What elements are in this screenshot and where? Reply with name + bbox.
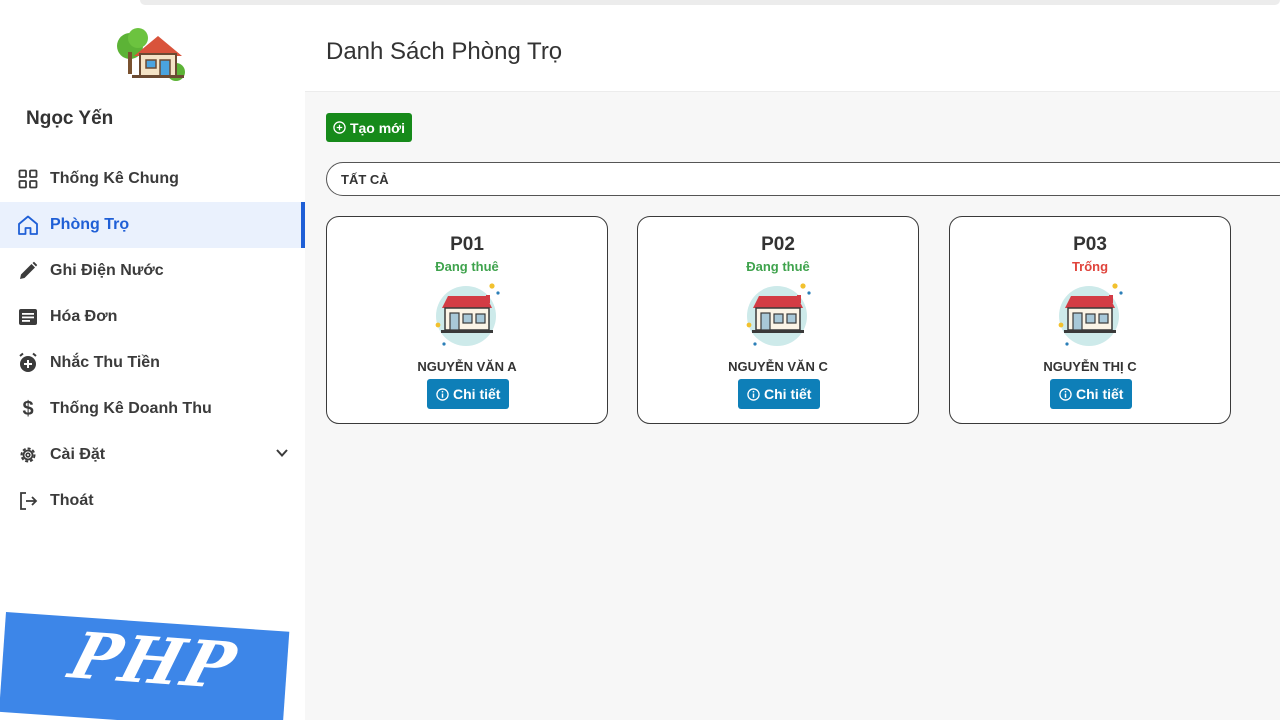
tenant-name: NGUYỄN VĂN A	[417, 359, 517, 374]
room-name: P01	[450, 234, 484, 255]
tenant-name: NGUYỄN THỊ C	[1043, 359, 1137, 374]
receipt-icon	[17, 306, 39, 328]
gear-icon	[17, 444, 39, 466]
alarm-icon	[17, 352, 39, 374]
house-icon	[746, 283, 811, 346]
sidebar-item-label: Cài Đặt	[50, 446, 106, 463]
sidebar-item-settings[interactable]: Cài Đặt	[0, 432, 305, 478]
room-status: Trống	[1071, 259, 1109, 274]
room-card: P03 Trống NGUYỄN THỊ C Chi tiết	[949, 216, 1231, 424]
detail-button-label: Chi tiết	[1076, 386, 1124, 402]
sidebar: Ngọc Yến Thống Kê Chung Phòng Trọ Ghi Đi…	[0, 8, 305, 720]
room-detail-button[interactable]: Chi tiết	[1050, 379, 1133, 409]
browser-strip	[0, 0, 1280, 8]
house-icon	[1058, 283, 1123, 346]
sidebar-item-label: Thống Kê Doanh Thu	[50, 400, 212, 417]
dollar-icon: $	[22, 397, 34, 420]
sidebar-item-label: Hóa Đơn	[50, 308, 118, 325]
room-name: P03	[1073, 234, 1107, 255]
sidebar-item-logout[interactable]: Thoát	[0, 478, 305, 524]
room-detail-button[interactable]: Chi tiết	[427, 379, 510, 409]
room-card: P02 Đang thuê NGUYỄN VĂN C Chi tiết	[637, 216, 919, 424]
tenant-name: NGUYỄN VĂN C	[728, 359, 828, 374]
room-detail-button[interactable]: Chi tiết	[738, 379, 821, 409]
sidebar-item-revenue-stats[interactable]: $ Thống Kê Doanh Thu	[0, 386, 305, 432]
plus-circle-icon	[333, 121, 346, 134]
address-bar[interactable]	[140, 0, 1280, 5]
room-filter-select[interactable]: TẤT CẢ	[326, 162, 1280, 196]
sidebar-item-label: Thống Kê Chung	[50, 170, 179, 187]
php-banner-text: PHP	[61, 618, 246, 705]
sidebar-item-rooms[interactable]: Phòng Trọ	[0, 202, 305, 248]
room-status: Đang thuê	[746, 259, 810, 274]
room-card: P01 Đang thuê NGUYỄN VĂN A Chi tiết	[326, 216, 608, 424]
sidebar-item-label: Thoát	[50, 492, 94, 509]
info-icon	[747, 387, 760, 401]
sidebar-item-label: Ghi Điện Nước	[50, 262, 164, 279]
chevron-down-icon[interactable]	[275, 446, 289, 460]
house-icon	[435, 283, 500, 346]
room-status: Đang thuê	[435, 259, 499, 274]
create-room-button[interactable]: Tạo mới	[326, 113, 412, 142]
room-name: P02	[761, 234, 795, 255]
sidebar-item-payment-reminder[interactable]: Nhắc Thu Tiền	[0, 340, 305, 386]
page-title: Danh Sách Phòng Trọ	[326, 38, 563, 65]
sidebar-item-invoices[interactable]: Hóa Đơn	[0, 294, 305, 340]
info-icon	[436, 387, 449, 401]
sidebar-item-label: Phòng Trọ	[50, 216, 130, 233]
grid-icon	[17, 168, 39, 190]
sidebar-item-label: Nhắc Thu Tiền	[50, 354, 160, 371]
house-logo-icon	[117, 28, 185, 81]
home-icon	[17, 214, 39, 236]
sidebar-item-general-stats[interactable]: Thống Kê Chung	[0, 156, 305, 202]
detail-button-label: Chi tiết	[764, 386, 812, 402]
page-header: Danh Sách Phòng Trọ	[305, 8, 1280, 92]
pencil-icon	[17, 260, 39, 282]
sidebar-menu: Thống Kê Chung Phòng Trọ Ghi Điện Nước H…	[0, 156, 305, 524]
sidebar-item-utilities[interactable]: Ghi Điện Nước	[0, 248, 305, 294]
detail-button-label: Chi tiết	[453, 386, 501, 402]
logout-icon	[17, 490, 39, 512]
create-button-label: Tạo mới	[349, 119, 406, 136]
info-icon	[1059, 387, 1072, 401]
filter-selected-value: TẤT CẢ	[341, 172, 389, 187]
user-name: Ngọc Yến	[26, 108, 114, 129]
